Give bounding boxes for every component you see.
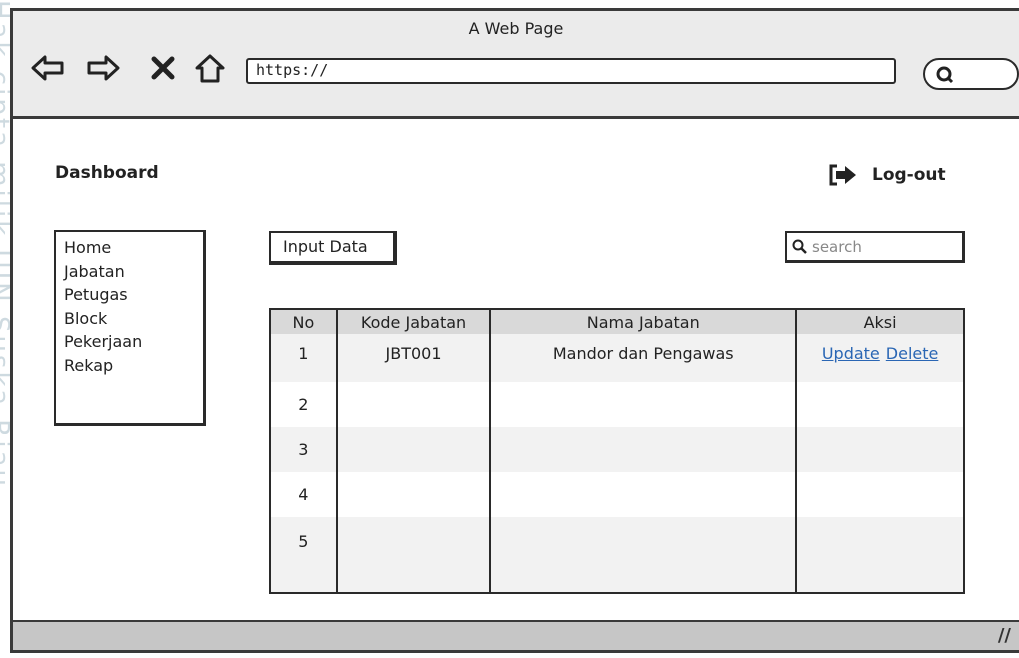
cell-kode [335, 382, 491, 427]
window-title: A Web Page [468, 19, 564, 38]
cell-nama [489, 517, 797, 593]
cell-aksi: Update Delete [795, 334, 964, 382]
page-title: Dashboard [55, 163, 159, 183]
input-data-button[interactable]: Input Data [269, 231, 397, 265]
cell-nama [489, 427, 797, 472]
column-header-no: No [270, 309, 337, 334]
cell-aksi [795, 382, 964, 427]
cell-no: 5 [270, 517, 337, 593]
sidebar-item-block[interactable]: Block [64, 307, 195, 331]
resize-grip-icon[interactable]: // [998, 625, 1011, 646]
browser-statusbar: // [13, 620, 1019, 650]
update-link[interactable]: Update [822, 344, 880, 363]
cell-no: 3 [270, 427, 337, 472]
search-input[interactable]: search [785, 231, 965, 263]
table-row: 3 [270, 427, 964, 472]
cell-nama: Mandor dan Pengawas [489, 334, 797, 382]
cell-nama [489, 472, 797, 517]
sidebar-item-pekerjaan[interactable]: Pekerjaan [64, 330, 195, 354]
table-row: 4 [270, 472, 964, 517]
table-row: 2 [270, 382, 964, 427]
search-placeholder: search [812, 237, 862, 256]
forward-arrow-icon[interactable] [86, 53, 120, 83]
table-row: 1 JBT001 Mandor dan Pengawas Update Delet… [270, 334, 964, 382]
column-header-kode-jabatan: Kode Jabatan [335, 309, 491, 334]
cell-kode [335, 517, 491, 593]
search-icon [792, 239, 807, 254]
column-header-nama-jabatan: Nama Jabatan [489, 309, 797, 334]
cell-kode [335, 472, 491, 517]
cell-aksi [795, 427, 964, 472]
browser-titlebar: A Web Page https:// [13, 11, 1019, 119]
sidebar-item-petugas[interactable]: Petugas [64, 283, 195, 307]
column-header-aksi: Aksi [795, 309, 964, 334]
back-arrow-icon[interactable] [31, 53, 65, 83]
table-row: 5 [270, 517, 964, 593]
sidebar-nav: Home Jabatan Petugas Block Pekerjaan Rek… [54, 230, 206, 426]
logout-label: Log-out [872, 165, 946, 185]
home-icon[interactable] [193, 53, 227, 83]
sidebar-item-home[interactable]: Home [64, 236, 195, 260]
logout-icon [829, 164, 856, 186]
cell-no: 1 [270, 334, 337, 382]
delete-link[interactable]: Delete [886, 344, 939, 363]
cell-kode [335, 427, 491, 472]
cell-no: 2 [298, 395, 309, 414]
close-icon[interactable] [146, 53, 180, 83]
search-icon [936, 66, 954, 84]
cell-kode: JBT001 [335, 334, 491, 382]
url-field[interactable]: https:// [246, 58, 896, 84]
sidebar-item-jabatan[interactable]: Jabatan [64, 260, 195, 284]
table-header-row: No Kode Jabatan Nama Jabatan Aksi [270, 309, 964, 334]
cell-no: 4 [298, 485, 309, 504]
cell-nama [489, 382, 797, 427]
browser-window: A Web Page https:// Dashboard Log-out Ho… [10, 8, 1019, 653]
logout-button[interactable]: Log-out [828, 163, 946, 187]
sidebar-item-rekap[interactable]: Rekap [64, 354, 195, 378]
jabatan-table: No Kode Jabatan Nama Jabatan Aksi 1 JBT0… [269, 308, 965, 594]
cell-aksi [795, 517, 964, 593]
cell-aksi [795, 472, 964, 517]
browser-search-button[interactable] [923, 58, 1019, 90]
